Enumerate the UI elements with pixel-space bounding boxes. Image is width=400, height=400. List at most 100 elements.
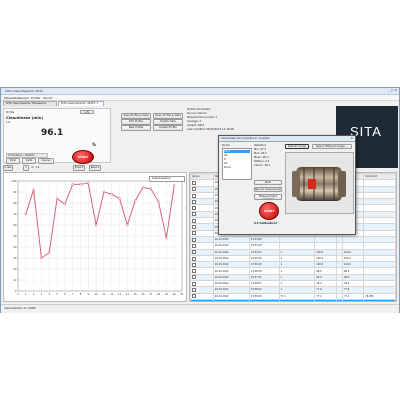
dialog-start-button[interactable]: START	[259, 202, 279, 220]
small-value: 1.0	[6, 121, 11, 124]
page-count: 14	[36, 165, 40, 169]
checkbox-icon[interactable]	[192, 275, 196, 280]
profile-info-modified: Last modified: 08/10/2012 11:18:48	[187, 128, 234, 131]
dialog-push-button[interactable]: Push	[254, 180, 282, 185]
window-controls[interactable]: _ □ ✕	[388, 88, 397, 92]
x-tick-label: 5	[56, 293, 58, 296]
checkbox-icon[interactable]	[192, 218, 196, 223]
data-point	[47, 251, 51, 254]
stats-max: Max: 96.7	[254, 152, 267, 155]
delete-profile-button[interactable]: Delete Profile	[153, 125, 183, 131]
default-image-button[interactable]: Default Image	[285, 144, 309, 149]
part-image-drawing	[292, 167, 346, 201]
data-point	[40, 256, 43, 260]
x-tick-label: 13	[118, 293, 122, 296]
push-button[interactable]: Push	[6, 158, 20, 164]
start-button[interactable]: START	[72, 150, 94, 164]
part-flange-right	[338, 171, 346, 197]
menu-item-about[interactable]: About	[43, 96, 52, 100]
profile-info-button[interactable]: Info	[80, 110, 94, 114]
checkbox-icon[interactable]	[192, 231, 196, 236]
select-image-button[interactable]: Select different image ...	[312, 144, 352, 149]
y-tick-label: 10	[13, 278, 17, 282]
stats-min: Min: 97.3	[254, 148, 267, 151]
list-item[interactable]: Done	[224, 166, 231, 169]
y-tick-label: 50	[13, 234, 17, 238]
record-measurement-button[interactable]: Record measurement	[254, 187, 282, 192]
checkbox-icon[interactable]	[192, 206, 196, 211]
data-point	[55, 197, 59, 200]
y-tick-label: 100	[12, 179, 17, 183]
chart-legend-text: Cleanliness/min	[152, 177, 171, 180]
checkbox-icon[interactable]	[192, 199, 196, 204]
report-button[interactable]: Report	[89, 165, 101, 171]
menu-item-profile[interactable]: Profile	[31, 96, 40, 100]
checkbox-icon[interactable]	[192, 180, 196, 185]
checkbox-icon[interactable]	[192, 269, 196, 274]
data-point	[94, 223, 98, 227]
x-tick-label: 17	[149, 293, 153, 296]
page-input[interactable]: 1	[23, 165, 29, 171]
list-item[interactable]: 8	[224, 158, 226, 161]
table-row[interactable]: 29.10.201213:40:050.00.00.0	[190, 298, 396, 301]
export-button[interactable]: Export	[73, 165, 85, 171]
y-tick-label: 70	[13, 212, 17, 216]
checkbox-icon[interactable]	[192, 250, 196, 255]
checkbox-icon[interactable]	[192, 193, 196, 198]
chart-panel: 0 10 20 30 40 50 60 70 80 90 100 0 1 2 3 4 5 6 7 8 9 10 11 12 13…	[3, 172, 187, 302]
checkbox-icon[interactable]	[192, 281, 196, 286]
new-profile-button[interactable]: New Profile	[121, 125, 151, 131]
checkbox-icon[interactable]	[192, 262, 196, 267]
data-point	[63, 202, 67, 206]
page-of-label: of	[31, 165, 34, 169]
data-point	[32, 188, 35, 192]
x-tick-label: 11	[102, 293, 106, 296]
table-cell: 0.0	[278, 298, 316, 301]
x-tick-label: 15	[134, 293, 138, 296]
profile-info-points: Measurement points: 3	[187, 116, 217, 119]
y-tick-label: 40	[13, 245, 17, 249]
menu-item-messdaten[interactable]: Messdaten	[4, 96, 20, 100]
checkbox-icon[interactable]	[192, 294, 196, 299]
dialog-close-icon[interactable]: ✕	[350, 136, 353, 140]
status-text: CleanoSpector on COM8	[4, 307, 36, 310]
checkbox-icon[interactable]	[192, 287, 196, 292]
unit-label: %	[92, 142, 97, 147]
data-point	[172, 184, 176, 187]
checkbox-icon[interactable]	[192, 237, 196, 242]
title-bar: SITA CleanoSpector 2012 _ □ ✕	[1, 88, 399, 95]
chart-legend: Cleanliness/min	[149, 176, 185, 182]
table-cell: 29.10.2012	[212, 298, 250, 301]
list-item[interactable]: 22.0	[224, 150, 250, 153]
checkbox-icon[interactable]	[192, 187, 196, 192]
menu-item-sensor[interactable]: Sensor	[19, 96, 29, 100]
cleanliness-chart: 01020304050607080901000 1 2 3 4 5 6 7 8 9 10 11 12 13…	[12, 179, 184, 296]
x-tick-label: 12	[110, 293, 114, 296]
x-tick-label: 20	[173, 293, 177, 296]
list-item[interactable]: 29	[224, 154, 227, 157]
data-point	[79, 183, 82, 186]
chart-mode-select[interactable]: Index	[3, 165, 13, 171]
data-point	[102, 190, 106, 194]
tab-messwerte[interactable]: SITA CleanoSpector Messwerte	[3, 101, 57, 106]
checkbox-icon[interactable]	[192, 256, 196, 261]
part-image	[285, 152, 354, 214]
points-list[interactable]: 22.0 29 8 16 Done	[222, 148, 252, 180]
checkbox-icon[interactable]	[192, 300, 196, 301]
tab-cleanospector[interactable]: SITA CleanoSpector 40357.1	[58, 101, 104, 106]
cleanliness-value: 96.1	[41, 128, 64, 138]
x-tick-label: 14	[126, 293, 130, 296]
ignore-checkbox[interactable]	[190, 298, 214, 301]
list-item[interactable]: 16	[224, 162, 227, 165]
checkbox-icon[interactable]	[192, 243, 196, 248]
measurement-complete-button[interactable]: Measurement complete	[254, 194, 282, 200]
checkbox-icon[interactable]	[192, 212, 196, 217]
checkbox-icon[interactable]	[192, 225, 196, 230]
profile-info-output: Output: 4812	[187, 124, 205, 127]
cancel-button[interactable]: Cancel	[38, 158, 54, 164]
x-tick-label: 9	[88, 293, 90, 296]
calib-button[interactable]: Calib	[22, 158, 36, 164]
dialog-title-bar: Cleanliness (min) Surface 0 - 8 points ✕	[219, 136, 355, 142]
dialog-footer: 0.5 Calibration?	[254, 222, 278, 225]
stats-stddev: StdDev: 0.2	[254, 160, 270, 163]
